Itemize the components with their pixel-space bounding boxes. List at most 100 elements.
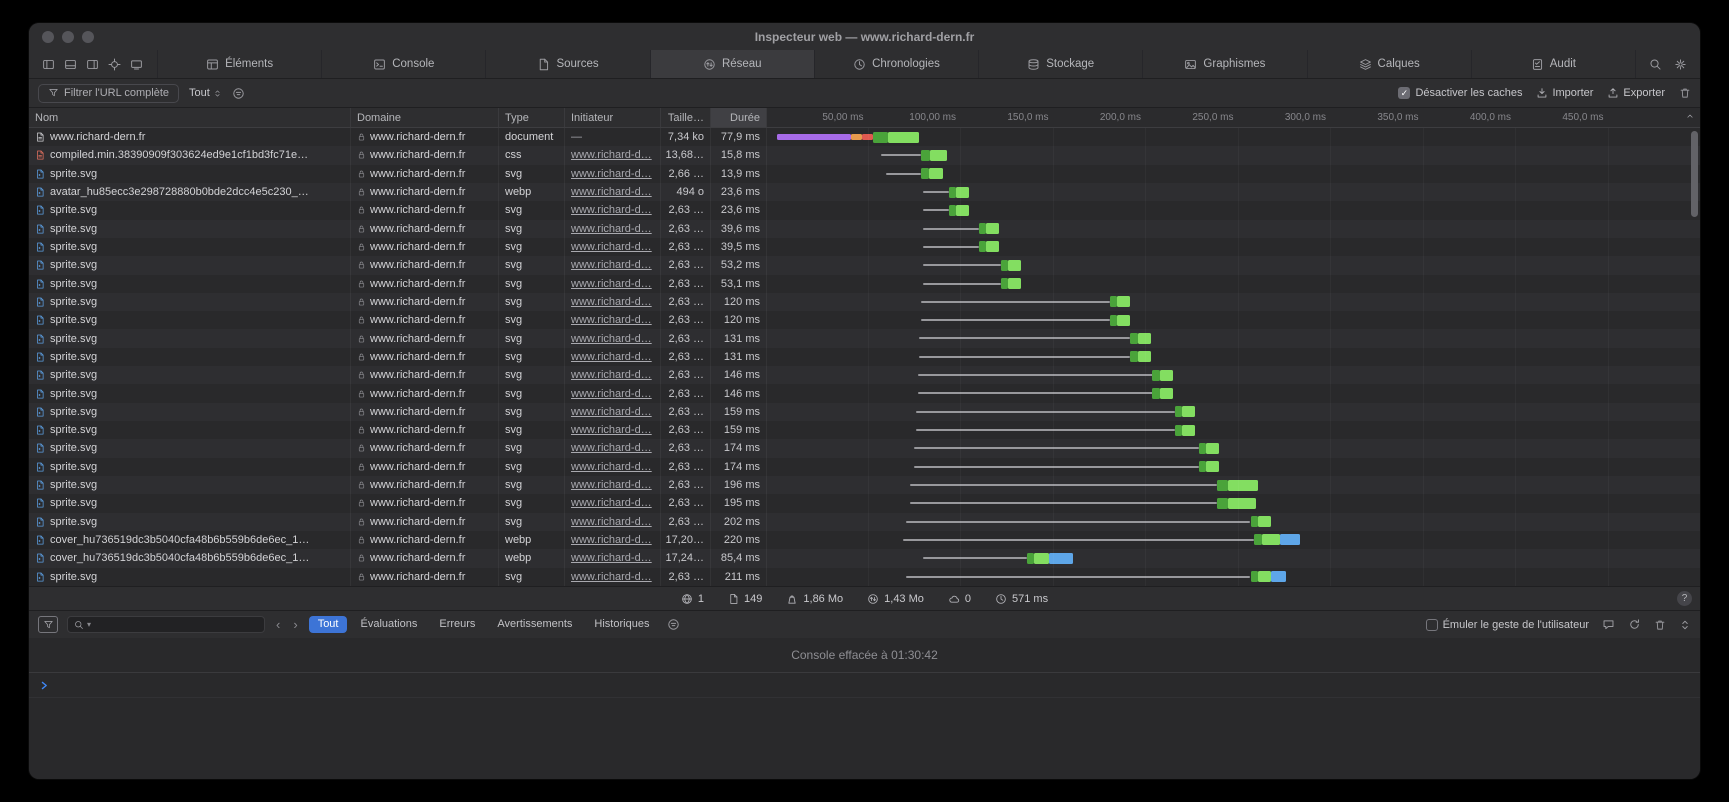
initiator-link[interactable]: www.richard-d… xyxy=(571,388,652,400)
export-button[interactable]: Exporter xyxy=(1607,87,1665,99)
initiator-link[interactable]: www.richard-d… xyxy=(571,314,652,326)
console-search-input[interactable]: ▾ xyxy=(67,616,265,633)
console-options-icon[interactable] xyxy=(667,618,680,631)
chevron-up-icon[interactable] xyxy=(1685,111,1695,121)
network-request-row[interactable]: sprite.svgwww.richard-dern.frsvgwww.rich… xyxy=(29,256,1700,274)
column-header-initiateur[interactable]: Initiateur xyxy=(565,108,661,127)
close-button[interactable] xyxy=(42,31,54,43)
column-header-duree[interactable]: Durée xyxy=(711,108,767,127)
initiator-link[interactable]: www.richard-d… xyxy=(571,497,652,509)
network-request-row[interactable]: sprite.svgwww.richard-dern.frsvgwww.rich… xyxy=(29,568,1700,586)
network-request-row[interactable]: sprite.svgwww.richard-dern.frsvgwww.rich… xyxy=(29,220,1700,238)
next-result-button[interactable]: › xyxy=(291,617,299,632)
initiator-link[interactable]: www.richard-d… xyxy=(571,369,652,381)
resize-drawer-icon[interactable] xyxy=(1679,619,1691,631)
network-request-row[interactable]: sprite.svgwww.richard-dern.frsvgwww.rich… xyxy=(29,366,1700,384)
console-prompt[interactable] xyxy=(29,673,1700,698)
network-request-row[interactable]: sprite.svgwww.richard-dern.frsvgwww.rich… xyxy=(29,165,1700,183)
initiator-link[interactable]: www.richard-d… xyxy=(571,333,652,345)
import-button[interactable]: Importer xyxy=(1536,87,1593,99)
console-tab-historiques[interactable]: Historiques xyxy=(585,616,658,633)
console-filter-icon[interactable] xyxy=(38,616,58,633)
network-request-row[interactable]: sprite.svgwww.richard-dern.frsvgwww.rich… xyxy=(29,421,1700,439)
tab-sources[interactable]: Sources xyxy=(485,50,649,78)
tab-reseau[interactable]: Réseau xyxy=(650,50,814,78)
disable-caches-checkbox[interactable]: ✓ Désactiver les caches xyxy=(1398,87,1522,99)
network-request-row[interactable]: avatar_hu85ecc3e298728880b0bde2dcc4e5c23… xyxy=(29,183,1700,201)
clear-network-trash-icon[interactable] xyxy=(1679,87,1691,99)
initiator-link[interactable]: www.richard-d… xyxy=(571,204,652,216)
initiator-link[interactable]: www.richard-d… xyxy=(571,479,652,491)
initiator-link[interactable]: www.richard-d… xyxy=(571,259,652,271)
network-request-row[interactable]: sprite.svgwww.richard-dern.frsvgwww.rich… xyxy=(29,513,1700,531)
network-request-row[interactable]: sprite.svgwww.richard-dern.frsvgwww.rich… xyxy=(29,458,1700,476)
tab-stockage[interactable]: Stockage xyxy=(978,50,1142,78)
initiator-link[interactable]: www.richard-d… xyxy=(571,571,652,583)
network-request-row[interactable]: sprite.svgwww.richard-dern.frsvgwww.rich… xyxy=(29,494,1700,512)
network-request-row[interactable]: www.richard-dern.frwww.richard-dern.frdo… xyxy=(29,128,1700,146)
dock-bottom-icon[interactable] xyxy=(64,58,77,71)
gear-icon[interactable] xyxy=(1674,58,1687,71)
network-request-row[interactable]: sprite.svgwww.richard-dern.frsvgwww.rich… xyxy=(29,275,1700,293)
tab-audit[interactable]: Audit xyxy=(1471,50,1635,78)
network-request-row[interactable]: cover_hu736519dc3b5040cfa48b6b559b6de6ec… xyxy=(29,531,1700,549)
initiator-link[interactable]: www.richard-d… xyxy=(571,461,652,473)
initiator-link[interactable]: www.richard-d… xyxy=(571,241,652,253)
network-request-row[interactable]: cover_hu736519dc3b5040cfa48b6b559b6de6ec… xyxy=(29,549,1700,567)
resource-type-select[interactable]: Tout xyxy=(189,87,222,99)
console-tab-erreurs[interactable]: Erreurs xyxy=(430,616,484,633)
tab-elements[interactable]: Éléments xyxy=(157,50,321,78)
network-request-row[interactable]: sprite.svgwww.richard-dern.frsvgwww.rich… xyxy=(29,329,1700,347)
network-request-row[interactable]: sprite.svgwww.richard-dern.frsvgwww.rich… xyxy=(29,403,1700,421)
network-request-row[interactable]: sprite.svgwww.richard-dern.frsvgwww.rich… xyxy=(29,238,1700,256)
tab-graphismes[interactable]: Graphismes xyxy=(1142,50,1306,78)
network-request-row[interactable]: sprite.svgwww.richard-dern.frsvgwww.rich… xyxy=(29,476,1700,494)
initiator-link[interactable]: www.richard-d… xyxy=(571,186,652,198)
initiator-link[interactable]: www.richard-d… xyxy=(571,534,652,546)
search-icon[interactable] xyxy=(1649,58,1662,71)
initiator-link[interactable]: www.richard-d… xyxy=(571,351,652,363)
column-header-domaine[interactable]: Domaine xyxy=(351,108,499,127)
element-picker-icon[interactable] xyxy=(108,58,121,71)
minimize-button[interactable] xyxy=(62,31,74,43)
column-header-taille-[interactable]: Taille… xyxy=(661,108,711,127)
initiator-link[interactable]: www.richard-d… xyxy=(571,424,652,436)
emulate-user-gesture-checkbox[interactable]: Émuler le geste de l'utilisateur xyxy=(1426,619,1589,631)
column-header-type[interactable]: Type xyxy=(499,108,565,127)
network-request-row[interactable]: sprite.svgwww.richard-dern.frsvgwww.rich… xyxy=(29,348,1700,366)
console-messages-icon[interactable] xyxy=(1602,618,1615,631)
device-icon[interactable] xyxy=(130,58,143,71)
network-request-row[interactable]: sprite.svgwww.richard-dern.frsvgwww.rich… xyxy=(29,293,1700,311)
zoom-button[interactable] xyxy=(82,31,94,43)
url-filter-field[interactable]: Filtrer l'URL complète xyxy=(38,84,179,103)
initiator-link[interactable]: www.richard-d… xyxy=(571,149,652,161)
vertical-scrollbar[interactable] xyxy=(1691,131,1698,217)
initiator-link[interactable]: www.richard-d… xyxy=(571,516,652,528)
filter-options-icon[interactable] xyxy=(232,87,245,100)
initiator-link[interactable]: www.richard-d… xyxy=(571,168,652,180)
initiator-link[interactable]: www.richard-d… xyxy=(571,278,652,290)
initiator-link[interactable]: www.richard-d… xyxy=(571,552,652,564)
clear-console-trash-icon[interactable] xyxy=(1654,619,1666,631)
console-tab-avertissements[interactable]: Avertissements xyxy=(488,616,581,633)
tab-calques[interactable]: Calques xyxy=(1307,50,1471,78)
console-tab-tout[interactable]: Tout xyxy=(309,616,348,633)
network-request-row[interactable]: sprite.svgwww.richard-dern.frsvgwww.rich… xyxy=(29,311,1700,329)
previous-result-button[interactable]: ‹ xyxy=(274,617,282,632)
network-request-row[interactable]: sprite.svgwww.richard-dern.frsvgwww.rich… xyxy=(29,439,1700,457)
console-tab-evaluations[interactable]: Évaluations xyxy=(351,616,426,633)
network-request-row[interactable]: sprite.svgwww.richard-dern.frsvgwww.rich… xyxy=(29,201,1700,219)
network-request-row[interactable]: sprite.svgwww.richard-dern.frsvgwww.rich… xyxy=(29,384,1700,402)
column-header-nom[interactable]: Nom xyxy=(29,108,351,127)
reload-icon[interactable] xyxy=(1628,618,1641,631)
dock-left-icon[interactable] xyxy=(42,58,55,71)
initiator-link[interactable]: www.richard-d… xyxy=(571,406,652,418)
help-button[interactable]: ? xyxy=(1677,591,1692,606)
initiator-link[interactable]: www.richard-d… xyxy=(571,296,652,308)
network-request-row[interactable]: compiled.min.38390909f303624ed9e1cf1bd3f… xyxy=(29,146,1700,164)
initiator-link[interactable]: www.richard-d… xyxy=(571,223,652,235)
dock-right-icon[interactable] xyxy=(86,58,99,71)
tab-chronologies[interactable]: Chronologies xyxy=(814,50,978,78)
tab-console[interactable]: Console xyxy=(321,50,485,78)
initiator-link[interactable]: www.richard-d… xyxy=(571,442,652,454)
